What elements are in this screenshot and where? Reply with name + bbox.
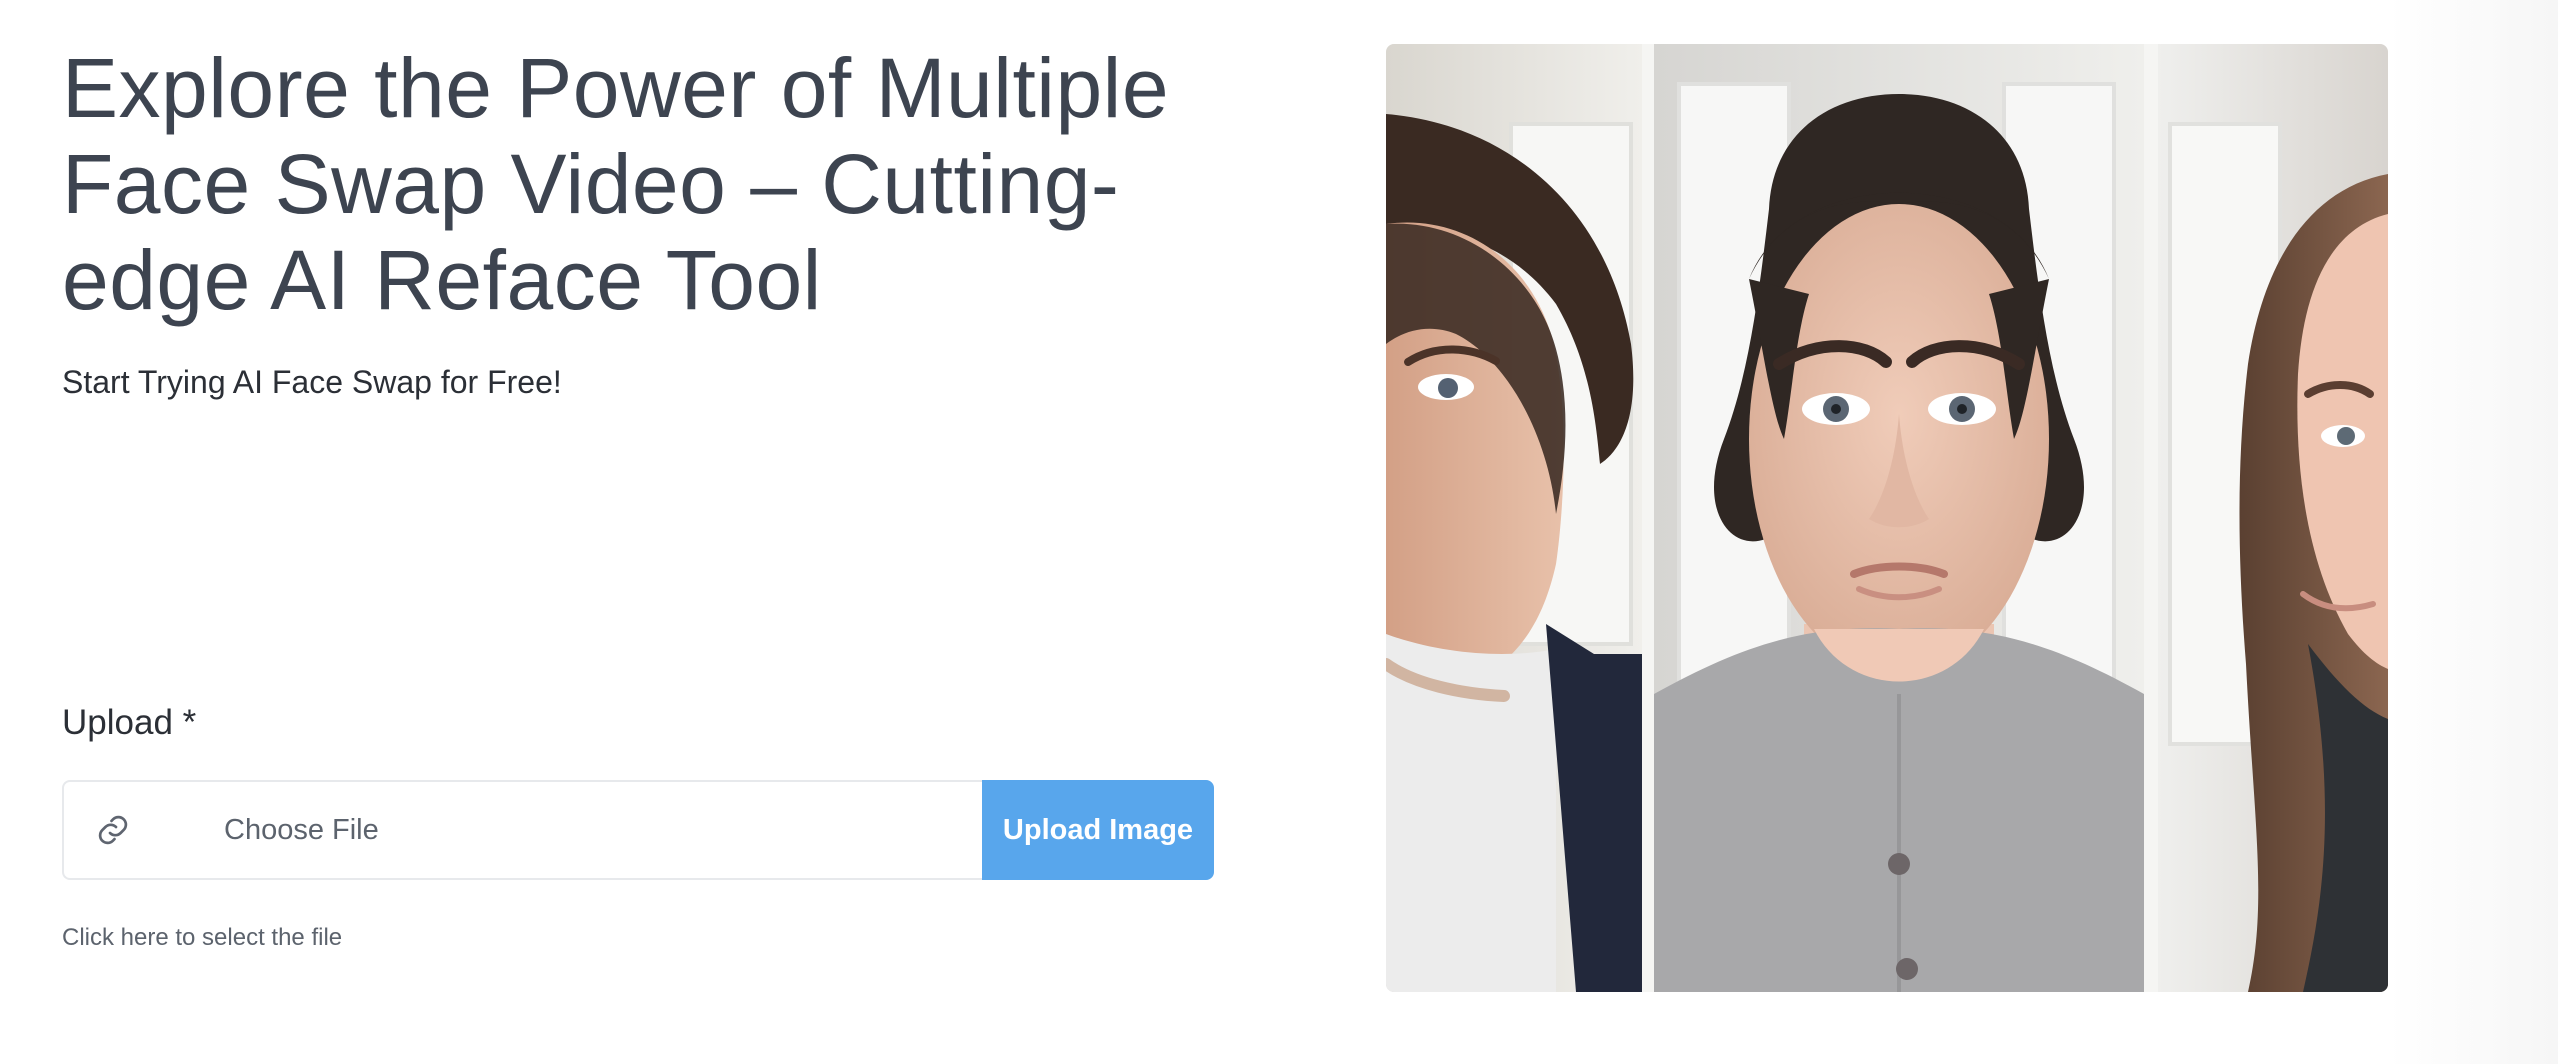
right-face-photo — [2158, 44, 2388, 992]
hero-section: Explore the Power of Multiple Face Swap … — [62, 40, 1222, 402]
page-edge-shadow — [2388, 0, 2558, 1064]
file-input[interactable]: Choose File — [62, 780, 982, 880]
link-icon — [94, 811, 132, 849]
left-face-photo — [1386, 44, 1642, 992]
upload-helper-text: Click here to select the file — [62, 924, 343, 951]
center-face-photo — [1654, 44, 2144, 992]
upload-label: Upload * — [62, 703, 197, 742]
hero-subtitle: Start Trying AI Face Swap for Free! — [62, 364, 562, 400]
upload-row: Choose File Upload Image — [62, 780, 1214, 880]
page: Explore the Power of Multiple Face Swap … — [0, 0, 2558, 1064]
upload-image-button[interactable]: Upload Image — [982, 780, 1214, 880]
face-swap-gallery — [1386, 44, 2388, 992]
upload-section: Upload * Choose File Upload Image Click … — [62, 700, 1214, 952]
file-placeholder: Choose File — [224, 813, 379, 846]
hero-title: Explore the Power of Multiple Face Swap … — [62, 41, 1170, 327]
